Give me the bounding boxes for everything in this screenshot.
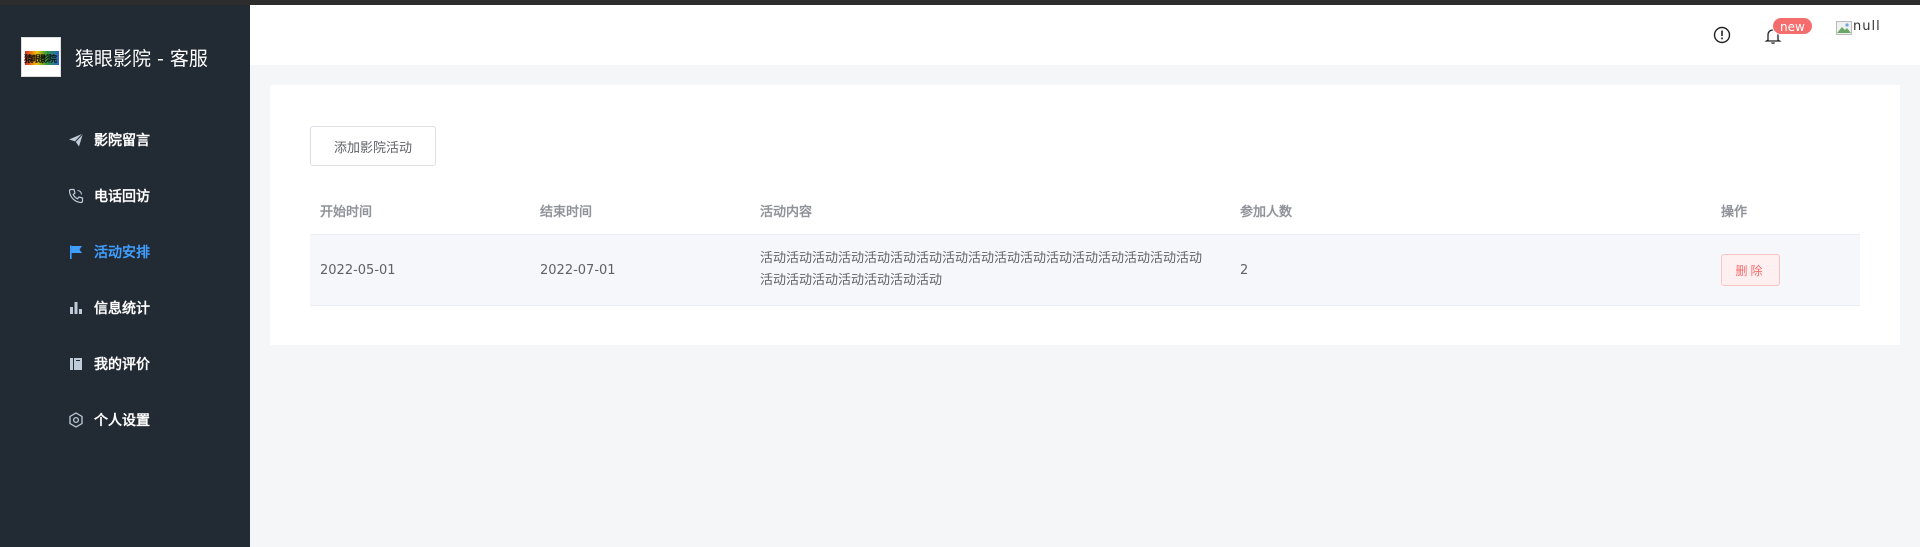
activity-card: 添加影院活动 开始时间 结束时间 活动内容 参加人数 操作 2022-05-01… xyxy=(270,85,1900,345)
sidebar-item-phone-followup[interactable]: 电话回访 xyxy=(0,168,250,224)
avatar-icon xyxy=(1836,20,1852,35)
sidebar-item-label: 个人设置 xyxy=(94,413,150,429)
activity-table: 开始时间 结束时间 活动内容 参加人数 操作 2022-05-01 2022-0… xyxy=(310,187,1860,306)
sidebar-item-activities[interactable]: 活动安排 xyxy=(0,224,250,280)
cell-end-time: 2022-07-01 xyxy=(540,262,616,278)
cinema-logo: 猿眼影院 xyxy=(21,37,61,77)
brand: 猿眼影院 猿眼影院 - 客服 xyxy=(21,37,208,77)
sidebar-item-settings[interactable]: 个人设置 xyxy=(0,392,250,448)
flag-icon xyxy=(68,244,84,260)
sidebar-item-label: 我的评价 xyxy=(94,357,150,373)
table-row: 2022-05-01 2022-07-01 活动活动活动活动活动活动活动活动活动… xyxy=(310,235,1860,306)
column-header-start: 开始时间 xyxy=(320,205,373,220)
cell-action: 删除 xyxy=(1711,254,1860,286)
cell-content: 活动活动活动活动活动活动活动活动活动活动活动活动活动活动活动活动活动活动活动活动… xyxy=(760,251,1203,288)
column-header-end: 结束时间 xyxy=(540,205,593,220)
notebook-icon xyxy=(68,356,84,372)
sidebar-menu: 影院留言 电话回访 活动安排 信息统计 我的评价 个人设置 xyxy=(0,112,250,448)
user-menu[interactable]: null xyxy=(1836,19,1881,35)
gear-icon xyxy=(68,412,84,428)
username: null xyxy=(1853,19,1881,34)
phone-icon xyxy=(68,188,84,204)
top-header xyxy=(250,5,1920,65)
bar-chart-icon xyxy=(68,300,84,316)
cell-start-time: 2022-05-01 xyxy=(320,262,396,278)
sidebar-item-statistics[interactable]: 信息统计 xyxy=(0,280,250,336)
sidebar: 猿眼影院 猿眼影院 - 客服 影院留言 电话回访 活动安排 信息统计 我的评价 … xyxy=(0,5,250,547)
app-title: 猿眼影院 - 客服 xyxy=(75,47,208,70)
column-header-action: 操作 xyxy=(1721,205,1748,220)
cell-participant-count: 2 xyxy=(1240,262,1249,278)
delete-button[interactable]: 删除 xyxy=(1721,254,1780,286)
logo-text: 猿眼影院 xyxy=(24,55,57,65)
sidebar-item-reviews[interactable]: 我的评价 xyxy=(0,336,250,392)
sidebar-item-messages[interactable]: 影院留言 xyxy=(0,112,250,168)
column-header-content: 活动内容 xyxy=(760,205,813,220)
sidebar-item-label: 影院留言 xyxy=(94,133,150,149)
sidebar-item-label: 信息统计 xyxy=(94,301,150,317)
notification-badge: new xyxy=(1772,17,1813,35)
table-header: 开始时间 结束时间 活动内容 参加人数 操作 xyxy=(310,187,1860,235)
info-icon[interactable] xyxy=(1713,26,1731,44)
add-activity-button[interactable]: 添加影院活动 xyxy=(310,126,436,166)
paper-plane-icon xyxy=(68,132,84,148)
column-header-count: 参加人数 xyxy=(1240,205,1293,220)
sidebar-item-label: 电话回访 xyxy=(94,189,150,205)
sidebar-item-label: 活动安排 xyxy=(94,245,150,261)
